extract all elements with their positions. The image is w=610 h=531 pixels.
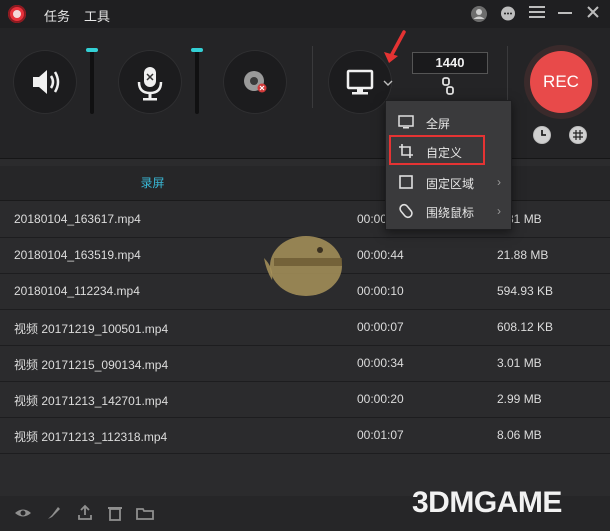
speaker-volume-knob[interactable] <box>86 48 98 52</box>
open-folder-icon[interactable] <box>136 504 154 522</box>
monitor-icon <box>398 114 414 130</box>
chevron-down-icon[interactable] <box>383 77 393 87</box>
webcam-icon <box>244 71 267 93</box>
microphone-volume-knob[interactable] <box>191 48 203 52</box>
file-name: 视频 20171215_090134.mp4 <box>14 358 169 372</box>
speaker-volume-slider[interactable] <box>86 48 98 114</box>
menu-task[interactable]: 任务 <box>44 6 70 25</box>
dropdown-item-label: 全屏 <box>426 117 451 131</box>
divider <box>312 46 313 108</box>
speaker-button[interactable] <box>13 50 77 114</box>
file-name: 20180104_163519.mp4 <box>14 248 141 262</box>
preview-eye-icon[interactable] <box>14 504 32 522</box>
chevron-right-icon: › <box>497 175 501 189</box>
rec-button[interactable]: REC <box>530 51 592 113</box>
minimize-icon[interactable] <box>556 5 574 23</box>
file-duration: 00:00:20 <box>357 392 404 406</box>
file-duration: 00:00:34 <box>357 356 404 370</box>
file-size: 2.99 MB <box>497 392 542 406</box>
edit-brush-icon[interactable] <box>45 504 63 522</box>
file-name: 20180104_112234.mp4 <box>14 284 140 298</box>
mascot-watermark-icon <box>264 236 342 296</box>
dropdown-item-label: 围绕鼠标 <box>426 206 475 220</box>
annotation-arrow-icon <box>384 30 406 63</box>
table-row[interactable]: 视频 20171219_100501.mp4 00:00:07 608.12 K… <box>0 309 610 346</box>
title-bar: 任务 工具 <box>0 0 610 28</box>
chat-icon[interactable] <box>499 5 517 23</box>
link-icon[interactable] <box>440 76 458 96</box>
file-size: 8.06 MB <box>497 428 542 442</box>
app-logo <box>8 5 26 23</box>
microphone-icon <box>137 67 163 101</box>
dropdown-item-fixed-region[interactable]: 固定区域 › <box>386 169 511 195</box>
file-name: 视频 20171219_100501.mp4 <box>14 322 169 336</box>
file-name: 视频 20171213_142701.mp4 <box>14 394 169 408</box>
upload-icon[interactable] <box>76 504 94 522</box>
file-name: 视频 20171213_112318.mp4 <box>14 430 168 444</box>
divider <box>507 46 508 108</box>
webcam-button[interactable] <box>223 50 287 114</box>
menu-icon[interactable] <box>528 5 546 23</box>
dropdown-item-around-mouse[interactable]: 围绕鼠标 › <box>386 198 511 224</box>
table-row[interactable]: 视频 20171213_142701.mp4 00:00:20 2.99 MB <box>0 381 610 418</box>
mouse-icon <box>398 203 414 219</box>
settings-grid-icon[interactable] <box>569 126 587 144</box>
close-icon[interactable] <box>584 5 602 23</box>
file-size: 3.01 MB <box>497 356 542 370</box>
delete-trash-icon[interactable] <box>106 504 124 522</box>
file-size: 21.88 MB <box>497 248 549 262</box>
frame-icon <box>398 174 414 190</box>
file-duration: 00:00:10 <box>357 284 404 298</box>
site-watermark: 3DMGAME <box>412 486 562 519</box>
speaker-icon <box>33 70 60 94</box>
file-duration: 00:00:07 <box>357 320 404 334</box>
table-row[interactable]: 视频 20171213_112318.mp4 00:01:07 8.06 MB <box>0 417 610 454</box>
file-size: 594.93 KB <box>497 284 554 298</box>
user-avatar-icon[interactable] <box>470 5 488 23</box>
tab-screen-recording[interactable]: 录屏 <box>0 166 305 200</box>
schedule-clock-icon[interactable] <box>533 126 551 144</box>
highlight-box <box>389 135 485 165</box>
microphone-volume-slider[interactable] <box>191 48 203 114</box>
recording-controls: 1440 REC <box>0 28 610 159</box>
microphone-button[interactable] <box>118 50 182 114</box>
file-size: 608.12 KB <box>497 320 554 334</box>
dropdown-item-label: 固定区域 <box>426 177 475 191</box>
file-duration: 00:01:07 <box>357 428 404 442</box>
file-duration: 00:00:44 <box>357 248 404 262</box>
tab-bar: 录屏 <box>0 166 610 201</box>
menu-tools[interactable]: 工具 <box>84 6 110 25</box>
chevron-right-icon: › <box>497 204 501 218</box>
table-row[interactable]: 视频 20171215_090134.mp4 00:00:34 3.01 MB <box>0 345 610 382</box>
screen-mode-dropdown: 全屏 自定义 固定区域 › 围绕鼠标 › <box>385 100 512 230</box>
file-name: 20180104_163617.mp4 <box>14 212 141 226</box>
dropdown-item-fullscreen[interactable]: 全屏 <box>386 109 511 135</box>
resolution-display[interactable]: 1440 <box>412 52 488 74</box>
